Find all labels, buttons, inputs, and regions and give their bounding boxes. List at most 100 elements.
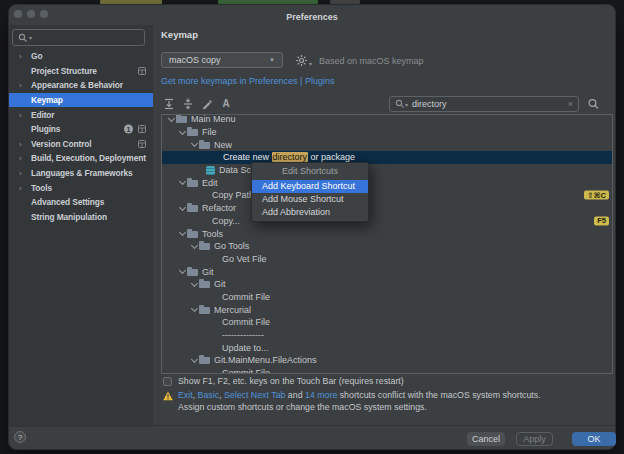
shortcut-search-input[interactable]: ▾ directory × bbox=[389, 96, 579, 112]
sidebar-item-build-execution-deployment[interactable]: ›Build, Execution, Deployment bbox=[9, 151, 153, 166]
menu-item-add-keyboard-shortcut[interactable]: Add Keyboard Shortcut bbox=[252, 180, 368, 193]
tree-row-separator[interactable]: -------------- bbox=[162, 329, 612, 342]
chevron-down-icon[interactable] bbox=[190, 356, 199, 365]
gear-icon[interactable]: ▾ bbox=[295, 54, 312, 67]
tree-row-new[interactable]: New bbox=[162, 138, 612, 151]
chevron-down-icon[interactable] bbox=[190, 305, 199, 314]
chevron-right-icon: › bbox=[19, 154, 22, 163]
sidebar-item-appearance-behavior[interactable]: ›Appearance & Behavior bbox=[9, 78, 153, 93]
sidebar-item-advanced-settings[interactable]: Advanced Settings bbox=[9, 195, 153, 210]
chevron-down-icon[interactable] bbox=[190, 242, 199, 251]
tree-row-tools[interactable]: Tools bbox=[162, 227, 612, 240]
search-match-highlight: directory bbox=[272, 152, 309, 162]
menu-item-add-abbreviation[interactable]: Add Abbreviation bbox=[252, 206, 368, 219]
sidebar-item-editor[interactable]: ›Editor bbox=[9, 107, 153, 122]
chevron-down-icon[interactable] bbox=[178, 128, 187, 137]
sidebar-item-project-structure[interactable]: Project Structure bbox=[9, 64, 153, 79]
folder-icon bbox=[199, 241, 211, 251]
tree-row-file[interactable]: File bbox=[162, 126, 612, 139]
sidebar-item-version-control[interactable]: ›Version Control bbox=[9, 137, 153, 152]
search-icon: ▾ bbox=[395, 99, 408, 109]
tree-row-update-to[interactable]: Update to... bbox=[162, 341, 612, 354]
help-button[interactable]: ? bbox=[14, 431, 26, 443]
window-title: Preferences bbox=[9, 12, 615, 22]
conflict-link-more[interactable]: 14 more bbox=[305, 390, 337, 400]
expand-all-icon[interactable] bbox=[163, 98, 175, 110]
tree-row-go-vet-file[interactable]: Go Vet File bbox=[162, 253, 612, 266]
clear-search-icon[interactable]: × bbox=[568, 99, 573, 109]
titlebar: Preferences bbox=[9, 5, 615, 27]
collapse-all-icon[interactable] bbox=[182, 98, 194, 110]
tree-toolbar: A bbox=[163, 97, 232, 111]
edit-shortcuts-context-menu: Edit Shortcuts Add Keyboard Shortcut Add… bbox=[251, 162, 369, 222]
settings-search-input[interactable]: ▾ bbox=[12, 29, 145, 46]
folder-icon bbox=[199, 279, 211, 289]
tree-row-mercurial[interactable]: Mercurial bbox=[162, 303, 612, 316]
chevron-right-icon: › bbox=[19, 169, 22, 178]
page-title: Keymap bbox=[161, 29, 198, 40]
chevron-right-icon: › bbox=[19, 183, 22, 192]
chevron-right-icon: › bbox=[19, 139, 22, 148]
tree-row-commit-file[interactable]: Commit File bbox=[162, 316, 612, 329]
cancel-button[interactable]: Cancel bbox=[467, 432, 505, 446]
sidebar-item-go[interactable]: ›Go bbox=[9, 49, 153, 64]
folder-icon bbox=[199, 140, 211, 150]
shortcut-conflict-badge: ⇧⌘C bbox=[584, 191, 609, 200]
tree-row-refactor[interactable]: Refactor bbox=[162, 202, 612, 215]
sidebar-item-string-manipulation[interactable]: String Manipulation bbox=[9, 210, 153, 225]
chevron-down-icon[interactable] bbox=[178, 204, 187, 213]
conflict-link-basic[interactable]: Basic bbox=[198, 390, 220, 400]
tree-row-edit[interactable]: Edit bbox=[162, 176, 612, 189]
plugins-update-badge: 1 bbox=[124, 125, 133, 134]
chevron-down-icon[interactable] bbox=[178, 267, 187, 276]
tree-row-copy-path[interactable]: Copy Path...⇧⌘C bbox=[162, 189, 612, 202]
tree-row-commit-file[interactable]: Commit File bbox=[162, 367, 612, 374]
edit-shortcut-icon[interactable] bbox=[201, 98, 213, 110]
folder-icon bbox=[187, 178, 199, 188]
chevron-down-icon[interactable] bbox=[190, 140, 199, 149]
chevron-down-icon[interactable] bbox=[178, 178, 187, 187]
tree-row-copy[interactable]: Copy...F5 bbox=[162, 215, 612, 228]
settings-sidebar: ▾ ›Go Project Structure ›Appearance & Be… bbox=[9, 25, 153, 427]
tree-row-create-new-directory[interactable]: Create new directory or package bbox=[162, 151, 612, 164]
chevron-down-icon: ▼ bbox=[269, 57, 275, 63]
chevron-down-icon[interactable] bbox=[167, 115, 176, 124]
shortcut-conflict-badge: F5 bbox=[594, 216, 609, 225]
menu-item-add-mouse-shortcut[interactable]: Add Mouse Shortcut bbox=[252, 193, 368, 206]
sidebar-item-plugins[interactable]: Plugins1 bbox=[9, 122, 153, 137]
apply-button[interactable]: Apply bbox=[516, 432, 553, 446]
ide-settings-icon bbox=[138, 67, 146, 75]
folder-icon bbox=[187, 127, 199, 137]
chevron-right-icon: › bbox=[19, 110, 22, 119]
sidebar-item-languages-frameworks[interactable]: ›Languages & Frameworks bbox=[9, 166, 153, 181]
tree-row-git-mainmenu-fileactions[interactable]: Git.MainMenu.FileActions bbox=[162, 354, 612, 367]
dialog-footer: ? Cancel Apply OK bbox=[9, 425, 615, 449]
conflict-link-exit[interactable]: Exit bbox=[178, 390, 193, 400]
chevron-down-icon[interactable] bbox=[190, 280, 199, 289]
tree-row-git-inner[interactable]: Git bbox=[162, 278, 612, 291]
search-icon bbox=[18, 33, 28, 43]
chevron-down-icon: ▾ bbox=[309, 60, 312, 67]
tree-row-main-menu[interactable]: Main Menu bbox=[162, 114, 612, 126]
sidebar-item-tools[interactable]: ›Tools bbox=[9, 180, 153, 195]
find-actions-by-shortcut-icon[interactable] bbox=[587, 98, 600, 111]
tree-row-commit-file[interactable]: Commit File bbox=[162, 291, 612, 304]
conflict-warning-line2: Assign custom shortcuts or change the ma… bbox=[178, 402, 427, 412]
keymap-select[interactable]: macOS copy▼ bbox=[161, 52, 283, 68]
conflict-link-select-next-tab[interactable]: Select Next Tab bbox=[224, 390, 285, 400]
tree-row-data-source[interactable]: Data Sc bbox=[162, 164, 612, 177]
get-more-keymaps-link[interactable]: Get more keymaps in Preferences | Plugin… bbox=[161, 76, 334, 86]
folder-icon bbox=[199, 305, 211, 315]
chevron-down-icon[interactable] bbox=[178, 229, 187, 238]
ide-settings-icon bbox=[138, 140, 146, 148]
abbreviation-filter-icon[interactable]: A bbox=[220, 98, 232, 110]
warning-icon bbox=[163, 391, 173, 401]
tree-row-git[interactable]: Git bbox=[162, 265, 612, 278]
chevron-right-icon: › bbox=[19, 81, 22, 90]
sidebar-item-keymap[interactable]: Keymap bbox=[9, 93, 153, 108]
folder-icon bbox=[199, 355, 211, 365]
tree-row-go-tools[interactable]: Go Tools bbox=[162, 240, 612, 253]
keymap-settings-panel: Keymap macOS copy▼ ▾ Based on macOS keym… bbox=[153, 25, 615, 425]
touchbar-checkbox[interactable] bbox=[163, 377, 172, 386]
ok-button[interactable]: OK bbox=[572, 432, 616, 446]
